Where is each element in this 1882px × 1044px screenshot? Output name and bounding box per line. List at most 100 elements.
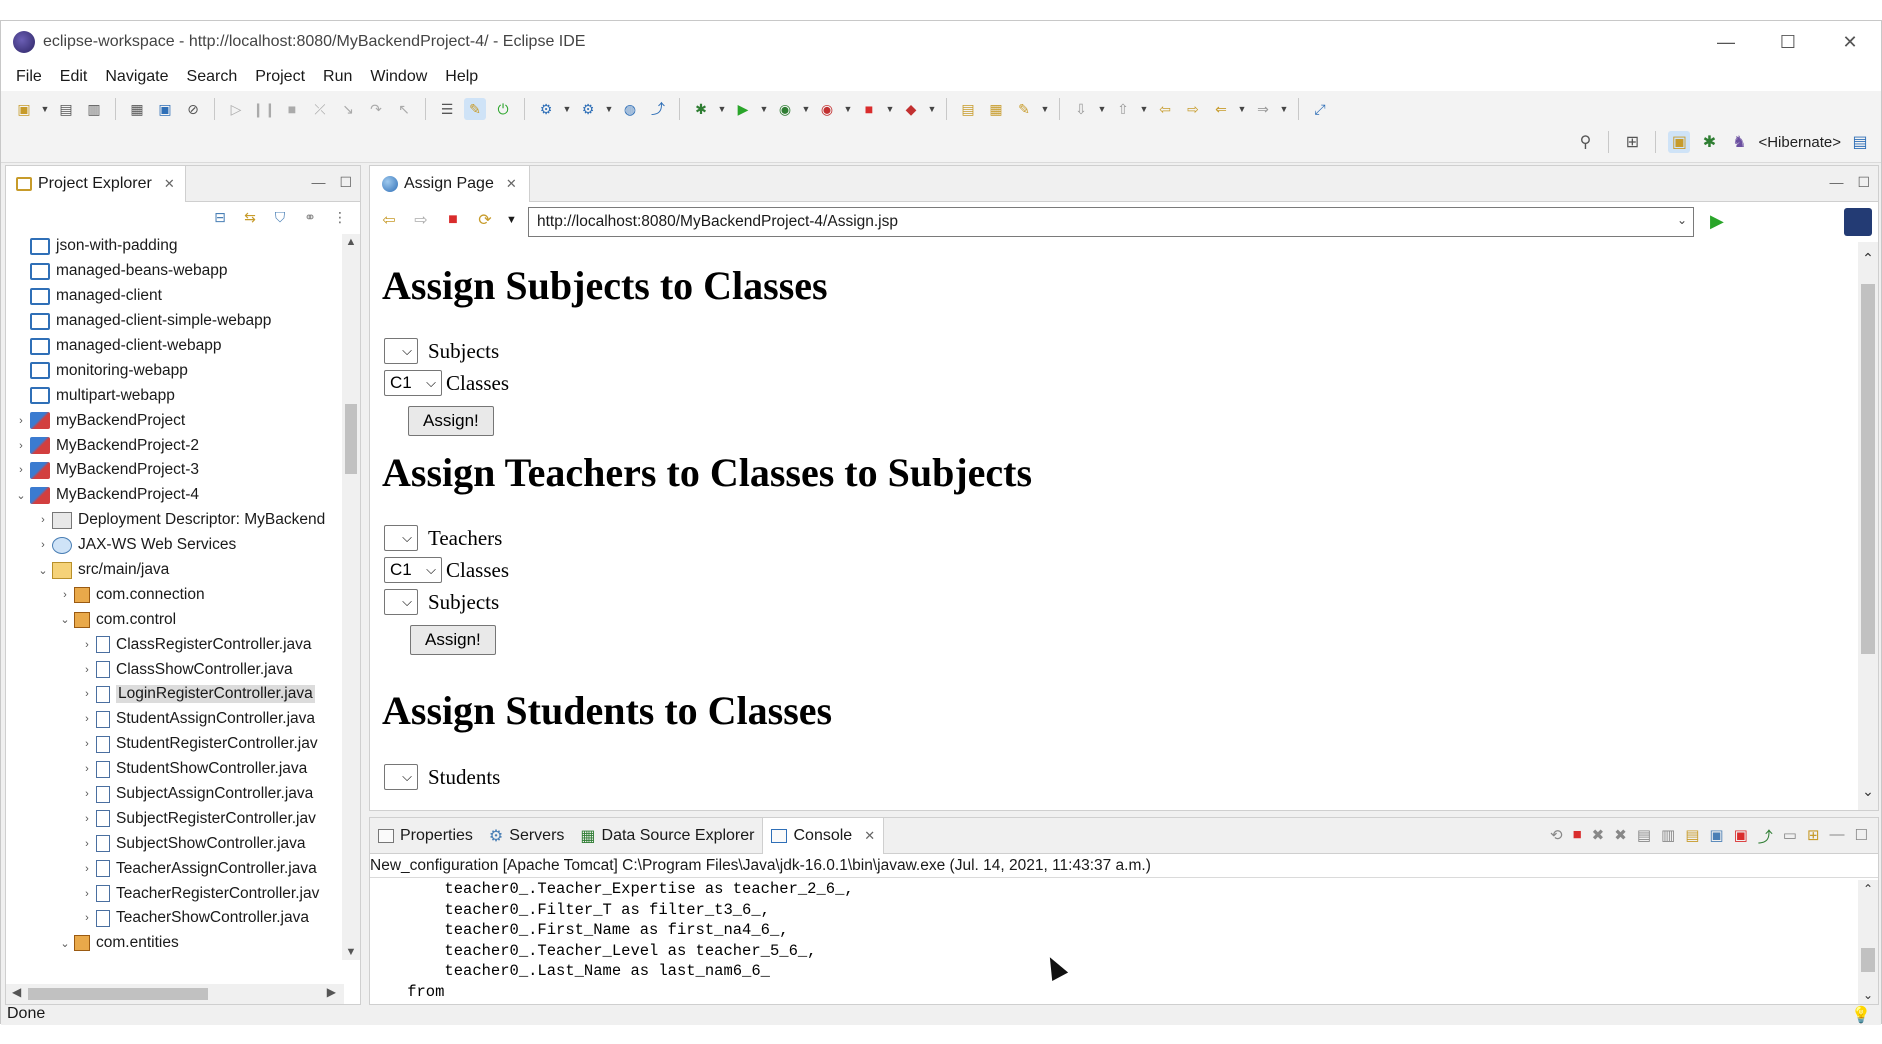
tree-horizontal-scrollbar[interactable]: ◀ ▶ (6, 984, 344, 1004)
chevron-down-icon[interactable]: ⌄ (1858, 988, 1878, 1002)
terminate-icon[interactable]: ■ (281, 98, 303, 120)
tree-item[interactable]: ⌄ src/main/java (6, 558, 344, 583)
chevron-down-icon[interactable]: ▼ (563, 98, 572, 120)
hibernate-perspective-icon[interactable]: ♞ (1728, 131, 1750, 153)
tree-item[interactable]: json-with-padding (6, 234, 344, 259)
chevron-right-icon[interactable]: › (12, 415, 30, 427)
profile-icon[interactable]: ◆ (900, 98, 922, 120)
stop-icon[interactable]: ■ (858, 98, 880, 120)
clear-console-icon[interactable]: ▤ (1637, 826, 1651, 847)
tab-data-source-explorer[interactable]: ▦ Data Source Explorer (572, 818, 762, 854)
external-browser-icon[interactable] (1844, 208, 1872, 236)
disconnect-icon[interactable]: ⤫ (309, 98, 331, 120)
tree-item[interactable]: ⌄ com.control (6, 607, 344, 632)
skip-breakpoints-icon[interactable]: ⊘ (182, 98, 204, 120)
tree-item[interactable]: › ClassRegisterController.java (6, 632, 344, 657)
step-return-icon[interactable]: ↖ (393, 98, 415, 120)
new-server-icon[interactable]: ⚙ (535, 98, 557, 120)
start-server-icon[interactable]: ⏻ (492, 98, 514, 120)
stop-icon[interactable]: ■ (442, 211, 464, 229)
teacher-subject-select[interactable]: ⌵ (384, 589, 418, 615)
tree-item[interactable]: › MyBackendProject-3 (6, 458, 344, 483)
chevron-right-icon[interactable]: › (12, 440, 30, 452)
hibernate-perspective-label[interactable]: <Hibernate> (1758, 134, 1841, 151)
display-console-icon[interactable]: ▭ (1783, 826, 1797, 847)
forward-icon[interactable]: ⇨ (410, 210, 432, 230)
minimize-view-icon[interactable]: — (1830, 826, 1845, 847)
chevron-right-icon[interactable]: ▶ (327, 985, 336, 999)
menu-file[interactable]: File (7, 68, 51, 86)
filter-icon[interactable]: ⛉ (270, 207, 290, 227)
collapse-all-icon[interactable]: ⊟ (210, 207, 230, 227)
chevron-down-icon[interactable]: ▼ (605, 98, 614, 120)
scroll-thumb[interactable] (1861, 284, 1875, 654)
chevron-down-icon[interactable]: ▼ (506, 214, 517, 226)
menu-window[interactable]: Window (361, 68, 436, 86)
save-icon[interactable]: ▤ (55, 98, 77, 120)
pin-console-icon[interactable]: ⤴ (1758, 826, 1773, 847)
minimize-button[interactable]: — (1695, 21, 1757, 63)
tree-item[interactable]: › TeacherRegisterController.jav (6, 881, 344, 906)
tree-item[interactable]: › StudentRegisterController.jav (6, 732, 344, 757)
teacher-select[interactable]: ⌵ (384, 525, 418, 551)
tree-item[interactable]: managed-beans-webapp (6, 259, 344, 284)
last-edit-icon[interactable]: ⇦ (1154, 98, 1176, 120)
chevron-right-icon[interactable]: › (78, 888, 96, 900)
chevron-down-icon[interactable]: ▼ (342, 946, 360, 958)
minimize-view-icon[interactable]: — (311, 174, 325, 191)
close-icon[interactable]: ✕ (864, 828, 875, 844)
chevron-down-icon[interactable]: ▼ (1238, 98, 1247, 120)
tree-item[interactable]: › Deployment Descriptor: MyBackend (6, 508, 344, 533)
student-select[interactable]: ⌵ (384, 764, 418, 790)
tree-item[interactable]: › TeacherAssignController.java (6, 856, 344, 881)
forward-edit-icon[interactable]: ⇨ (1182, 98, 1204, 120)
open-console-icon[interactable]: ⊞ (1807, 826, 1820, 847)
chevron-right-icon[interactable]: › (78, 912, 96, 924)
open-perspective-icon[interactable]: ⊞ (1621, 131, 1643, 153)
java-ee-perspective-icon[interactable]: ▣ (1668, 131, 1691, 153)
chevron-down-icon[interactable]: ▼ (1280, 98, 1289, 120)
chevron-right-icon[interactable]: › (78, 863, 96, 875)
tree-item[interactable]: › StudentAssignController.java (6, 707, 344, 732)
console-icon[interactable]: ▣ (154, 98, 176, 120)
debug-icon[interactable]: ✱ (690, 98, 712, 120)
chevron-down-icon[interactable]: ⌄ (1677, 213, 1687, 227)
minimize-view-icon[interactable]: — (1829, 174, 1843, 191)
chevron-down-icon[interactable]: ⌄ (56, 613, 74, 626)
chevron-down-icon[interactable]: ⌄ (34, 564, 52, 577)
chevron-right-icon[interactable]: › (78, 763, 96, 775)
chevron-right-icon[interactable]: › (56, 589, 74, 601)
search-icon[interactable]: ⚲ (1574, 131, 1596, 153)
view-menu-icon[interactable]: ⋮ (330, 207, 350, 227)
chevron-left-icon[interactable]: ◀ (12, 985, 21, 999)
tree-item[interactable]: managed-client-simple-webapp (6, 309, 344, 334)
assign-teachers-button[interactable]: Assign! (410, 625, 496, 655)
open-task-icon[interactable]: ▦ (985, 98, 1007, 120)
next-annotation-icon[interactable]: ⇩ (1070, 98, 1092, 120)
chevron-right-icon[interactable]: › (78, 738, 96, 750)
back-icon[interactable]: ⇦ (378, 210, 400, 230)
chevron-down-icon[interactable]: ⌄ (12, 489, 30, 502)
tree-item[interactable]: › ClassShowController.java (6, 657, 344, 682)
chevron-up-icon[interactable]: ⌃ (1858, 250, 1878, 267)
chevron-down-icon[interactable]: ▼ (886, 98, 895, 120)
chevron-right-icon[interactable]: › (78, 838, 96, 850)
scroll-lock-icon[interactable]: ▥ (1661, 826, 1675, 847)
tree-item[interactable]: › SubjectRegisterController.jav (6, 806, 344, 831)
chevron-up-icon[interactable]: ▲ (342, 236, 360, 248)
class-select[interactable]: C1 ⌵ (384, 370, 442, 396)
tree-item[interactable]: › SubjectAssignController.java (6, 782, 344, 807)
close-icon[interactable]: ✕ (164, 176, 175, 192)
tab-properties[interactable]: Properties (370, 818, 481, 854)
resume-icon[interactable]: ▷ (225, 98, 247, 120)
scroll-thumb[interactable] (28, 988, 208, 1000)
open-browser-icon[interactable]: ◍ (619, 98, 641, 120)
focus-icon[interactable]: ⚭ (300, 207, 320, 227)
teacher-class-select[interactable]: C1 ⌵ (384, 557, 442, 583)
tab-servers[interactable]: ⚙ Servers (481, 818, 572, 854)
tree-item[interactable]: › LoginRegisterController.java (6, 682, 344, 707)
menu-project[interactable]: Project (246, 68, 314, 86)
chevron-down-icon[interactable]: ▼ (928, 98, 937, 120)
chevron-right-icon[interactable]: › (78, 639, 96, 651)
refresh-icon[interactable]: ⟳ (474, 210, 496, 230)
